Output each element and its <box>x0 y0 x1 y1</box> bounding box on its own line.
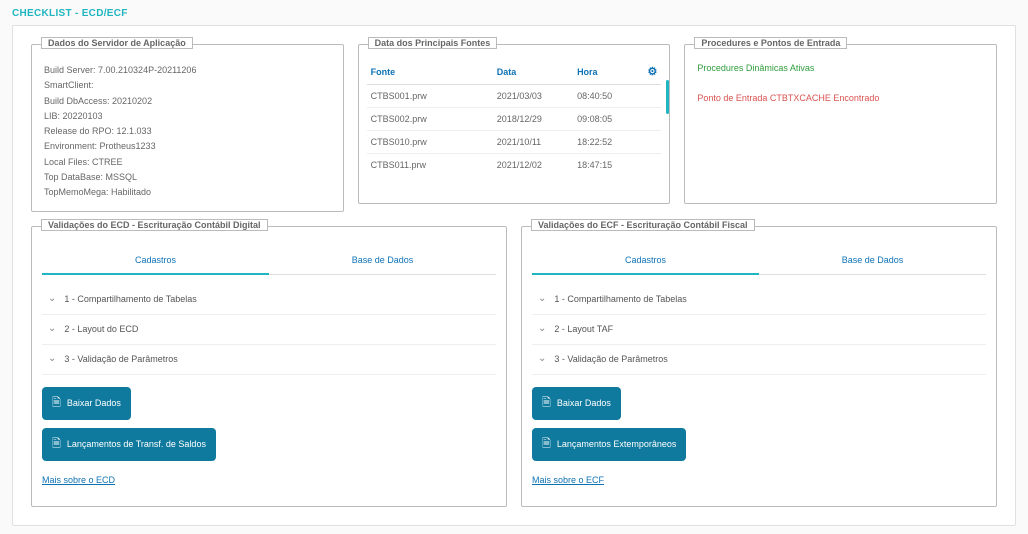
ecd-item-3-label: 3 - Validação de Parâmetros <box>64 354 177 364</box>
ecf-accordion-item-3[interactable]: ⌄ 3 - Validação de Parâmetros <box>532 345 986 375</box>
procedures-ok-message: Procedures Dinâmicas Ativas <box>697 63 984 73</box>
cell-data: 2021/10/11 <box>497 137 577 147</box>
more-ecd-link[interactable]: Mais sobre o ECD <box>42 475 115 485</box>
tab-base-dados-ecd[interactable]: Base de Dados <box>269 247 496 275</box>
download-icon: 🗎 <box>52 394 61 413</box>
server-info-list: Build Server: 7.00.210324P-20211206 Smar… <box>44 63 331 201</box>
server-env: Environment: Protheus1233 <box>44 139 331 154</box>
procedures-error-message: Ponto de Entrada CTBTXCACHE Encontrado <box>697 93 984 103</box>
chevron-down-icon: ⌄ <box>538 353 546 364</box>
chevron-down-icon: ⌄ <box>48 293 56 304</box>
cell-hora: 18:47:15 <box>577 160 640 170</box>
fontes-table: Fonte Data Hora ⚙ CTBS001.prw 2021/03/03… <box>367 59 662 176</box>
server-build: Build Server: 7.00.210324P-20211206 <box>44 63 331 78</box>
fontes-panel: Data dos Principais Fontes Fonte Data Ho… <box>358 44 671 212</box>
ecd-tabs: Cadastros Base de Dados <box>42 247 496 275</box>
ecd-panel: Validações do ECD - Escrituração Contábi… <box>31 226 507 507</box>
ecd-buttons: 🗎 Baixar Dados 🗎 Lançamentos de Transf. … <box>42 387 496 469</box>
ecd-item-1-label: 1 - Compartilhamento de Tabelas <box>64 294 196 304</box>
fontes-table-header: Fonte Data Hora ⚙ <box>367 59 662 85</box>
cell-hora: 18:22:52 <box>577 137 640 147</box>
bottom-row: Validações do ECD - Escrituração Contábi… <box>31 226 997 507</box>
cell-fonte: CTBS001.prw <box>371 91 497 101</box>
table-row: CTBS001.prw 2021/03/03 08:40:50 <box>367 85 662 108</box>
server-lib: LIB: 20220103 <box>44 109 331 124</box>
tab-cadastros-ecf[interactable]: Cadastros <box>532 247 759 275</box>
ecf-panel: Validações do ECF - Escrituração Contábi… <box>521 226 997 507</box>
ecd-panel-heading: Validações do ECD - Escrituração Contábi… <box>41 219 268 231</box>
cell-data: 2021/03/03 <box>497 91 577 101</box>
server-panel-body: Build Server: 7.00.210324P-20211206 Smar… <box>31 44 344 212</box>
ecf-tabs: Cadastros Base de Dados <box>532 247 986 275</box>
ecf-item-2-label: 2 - Layout TAF <box>554 324 613 334</box>
download-icon: 🗎 <box>542 394 551 413</box>
server-rpo: Release do RPO: 12.1.033 <box>44 124 331 139</box>
ecf-accordion: ⌄ 1 - Compartilhamento de Tabelas ⌄ 2 - … <box>532 285 986 375</box>
more-ecf-link[interactable]: Mais sobre o ECF <box>532 475 604 485</box>
ecf-accordion-item-1[interactable]: ⌄ 1 - Compartilhamento de Tabelas <box>532 285 986 315</box>
ecf-buttons: 🗎 Baixar Dados 🗎 Lançamentos Extemporâne… <box>532 387 986 469</box>
ecd-accordion-item-3[interactable]: ⌄ 3 - Validação de Parâmetros <box>42 345 496 375</box>
server-localfiles: Local Files: CTREE <box>44 155 331 170</box>
server-panel: Dados do Servidor de Aplicação Build Ser… <box>31 44 344 212</box>
cell-fonte: CTBS010.prw <box>371 137 497 147</box>
fontes-scrollbar[interactable] <box>666 80 669 114</box>
download-data-label: Baixar Dados <box>67 398 121 408</box>
fontes-col-data[interactable]: Data <box>497 67 577 77</box>
table-row: CTBS010.prw 2021/10/11 18:22:52 <box>367 131 662 154</box>
tab-base-dados-ecf[interactable]: Base de Dados <box>759 247 986 275</box>
server-dbaccess: Build DbAccess: 20210202 <box>44 94 331 109</box>
chevron-down-icon: ⌄ <box>538 323 546 334</box>
procedures-panel: Procedures e Pontos de Entrada Procedure… <box>684 44 997 212</box>
ecd-accordion-item-1[interactable]: ⌄ 1 - Compartilhamento de Tabelas <box>42 285 496 315</box>
chevron-down-icon: ⌄ <box>48 323 56 334</box>
fontes-panel-body: Fonte Data Hora ⚙ CTBS001.prw 2021/03/03… <box>358 44 671 204</box>
tab-cadastros-ecd[interactable]: Cadastros <box>42 247 269 275</box>
procedures-panel-heading: Procedures e Pontos de Entrada <box>694 37 847 49</box>
document-icon: 🗎 <box>542 435 551 454</box>
ecf-item-3-label: 3 - Validação de Parâmetros <box>554 354 667 364</box>
gear-icon[interactable]: ⚙ <box>640 65 657 78</box>
fontes-panel-heading: Data dos Principais Fontes <box>368 37 498 49</box>
lancamentos-extemp-button[interactable]: 🗎 Lançamentos Extemporâneos <box>532 428 686 461</box>
cell-fonte: CTBS011.prw <box>371 160 497 170</box>
cell-data: 2021/12/02 <box>497 160 577 170</box>
cell-hora: 09:08:05 <box>577 114 640 124</box>
top-row: Dados do Servidor de Aplicação Build Ser… <box>31 44 997 212</box>
document-icon: 🗎 <box>52 435 61 454</box>
ecd-panel-body: Cadastros Base de Dados ⌄ 1 - Compartilh… <box>31 226 507 507</box>
ecf-panel-body: Cadastros Base de Dados ⌄ 1 - Compartilh… <box>521 226 997 507</box>
main-container: Dados do Servidor de Aplicação Build Ser… <box>12 25 1016 526</box>
chevron-down-icon: ⌄ <box>538 293 546 304</box>
ecf-item-1-label: 1 - Compartilhamento de Tabelas <box>554 294 686 304</box>
table-row: CTBS002.prw 2018/12/29 09:08:05 <box>367 108 662 131</box>
ecf-panel-heading: Validações do ECF - Escrituração Contábi… <box>531 219 755 231</box>
ecf-accordion-item-2[interactable]: ⌄ 2 - Layout TAF <box>532 315 986 345</box>
fontes-col-hora[interactable]: Hora <box>577 67 640 77</box>
page-title: CHECKLIST - ECD/ECF <box>12 8 1016 19</box>
ecd-accordion-item-2[interactable]: ⌄ 2 - Layout do ECD <box>42 315 496 345</box>
transf-saldos-label: Lançamentos de Transf. de Saldos <box>67 439 206 449</box>
cell-hora: 08:40:50 <box>577 91 640 101</box>
ecd-accordion: ⌄ 1 - Compartilhamento de Tabelas ⌄ 2 - … <box>42 285 496 375</box>
ecd-item-2-label: 2 - Layout do ECD <box>64 324 138 334</box>
lancamentos-extemp-label: Lançamentos Extemporâneos <box>557 439 677 449</box>
download-data-label: Baixar Dados <box>557 398 611 408</box>
chevron-down-icon: ⌄ <box>48 353 56 364</box>
download-data-button-ecd[interactable]: 🗎 Baixar Dados <box>42 387 131 420</box>
server-panel-heading: Dados do Servidor de Aplicação <box>41 37 193 49</box>
download-data-button-ecf[interactable]: 🗎 Baixar Dados <box>532 387 621 420</box>
server-topdb: Top DataBase: MSSQL <box>44 170 331 185</box>
cell-fonte: CTBS002.prw <box>371 114 497 124</box>
table-row: CTBS011.prw 2021/12/02 18:47:15 <box>367 154 662 176</box>
server-smartclient: SmartClient: <box>44 78 331 93</box>
cell-data: 2018/12/29 <box>497 114 577 124</box>
procedures-panel-body: Procedures Dinâmicas Ativas Ponto de Ent… <box>684 44 997 204</box>
fontes-col-fonte[interactable]: Fonte <box>371 67 497 77</box>
server-memo: TopMemoMega: Habilitado <box>44 185 331 200</box>
transf-saldos-button[interactable]: 🗎 Lançamentos de Transf. de Saldos <box>42 428 216 461</box>
